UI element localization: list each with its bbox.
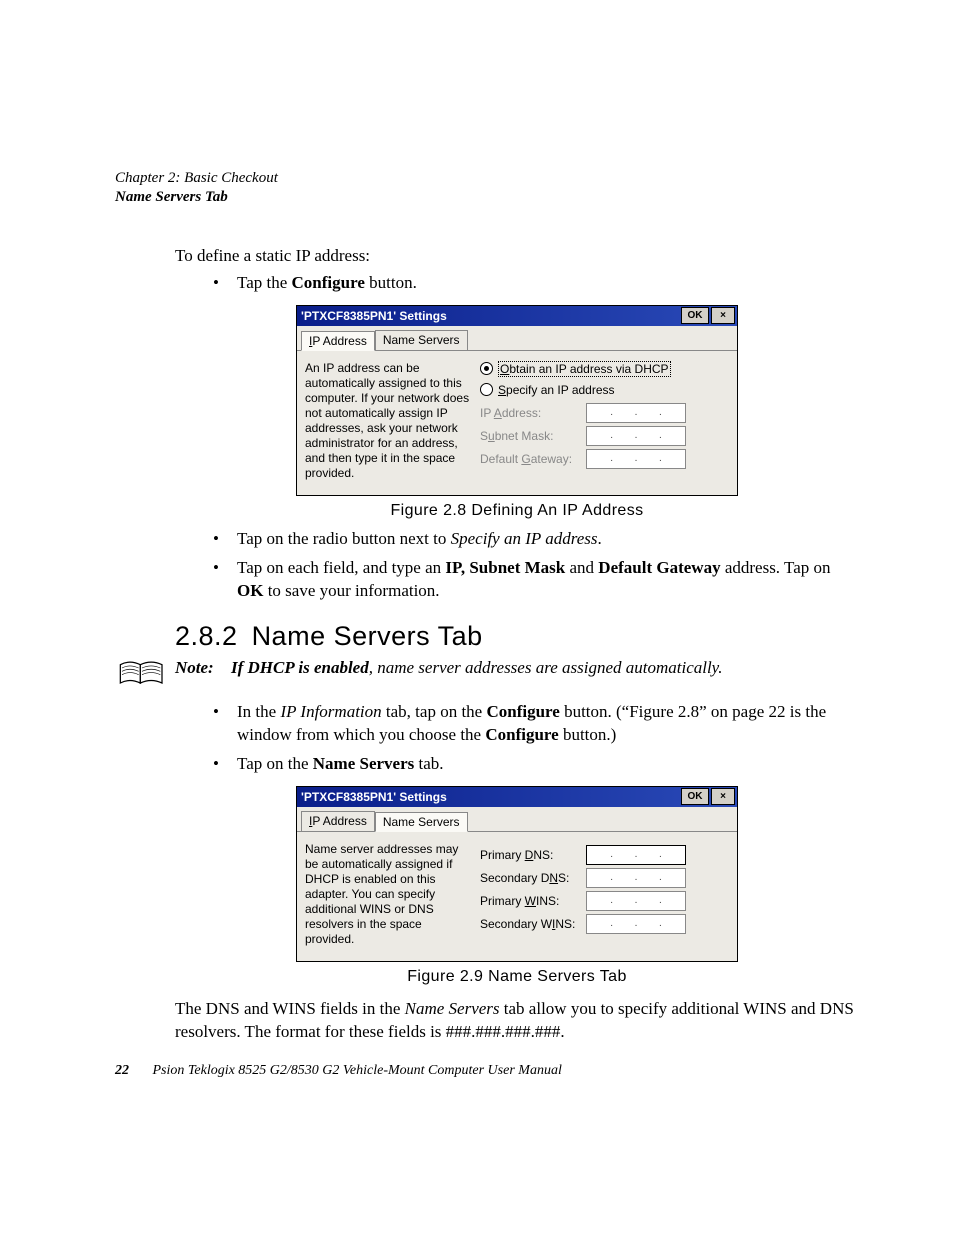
row-ip-address: IP Address: ...	[480, 403, 729, 423]
dialog-name-servers: 'PTXCF8385PN1' Settings OK × IP Address …	[296, 786, 738, 962]
secondary-wins-input[interactable]: ...	[586, 914, 686, 934]
section-heading: 2.8.2Name Servers Tab	[175, 621, 859, 652]
dialog-title: 'PTXCF8385PN1' Settings	[301, 309, 679, 323]
bullet-configure: Tap the Configure button.	[213, 272, 859, 295]
primary-dns-input[interactable]: ...	[586, 845, 686, 865]
intro-text: To define a static IP address:	[175, 246, 859, 266]
note-label: Note:	[175, 658, 231, 678]
ip-address-input[interactable]: ...	[586, 403, 686, 423]
dialog-ip-settings: 'PTXCF8385PN1' Settings OK × IP Address …	[296, 305, 738, 496]
book-icon	[117, 658, 167, 693]
tab-ip-address-2[interactable]: IP Address	[301, 811, 375, 831]
dialog-description: An IP address can be automatically assig…	[305, 361, 470, 481]
note-text: If DHCP is enabled, name server addresse…	[231, 658, 859, 678]
row-default-gateway: Default Gateway: ...	[480, 449, 729, 469]
radio-selected-icon	[480, 362, 493, 375]
note-block: Note: If DHCP is enabled, name server ad…	[175, 658, 859, 693]
page-footer: 22 Psion Teklogix 8525 G2/8530 G2 Vehicl…	[115, 1063, 859, 1079]
titlebar: 'PTXCF8385PN1' Settings OK ×	[297, 306, 737, 326]
row-primary-dns: Primary DNS: ...	[480, 845, 729, 865]
row-subnet-mask: Subnet Mask: ...	[480, 426, 729, 446]
tab-bar-2: IP Address Name Servers	[297, 807, 737, 832]
tab-ip-address[interactable]: IP Address	[301, 331, 375, 351]
footer-text: Psion Teklogix 8525 G2/8530 G2 Vehicle-M…	[153, 1063, 562, 1078]
default-gateway-input[interactable]: ...	[586, 449, 686, 469]
row-secondary-wins: Secondary WINS: ...	[480, 914, 729, 934]
bullet-type-fields: Tap on each field, and type an IP, Subne…	[213, 557, 859, 603]
tab-name-servers-2[interactable]: Name Servers	[375, 812, 468, 832]
dialog-title-2: 'PTXCF8385PN1' Settings	[301, 790, 679, 804]
dialog-description-2: Name server addresses may be automatical…	[305, 842, 470, 947]
close-button[interactable]: ×	[711, 307, 735, 324]
figure-caption-2: Figure 2.9 Name Servers Tab	[175, 968, 859, 986]
ok-button[interactable]: OK	[681, 307, 709, 324]
ok-button-2[interactable]: OK	[681, 788, 709, 805]
close-button-2[interactable]: ×	[711, 788, 735, 805]
subnet-mask-input[interactable]: ...	[586, 426, 686, 446]
tab-bar: IP Address Name Servers	[297, 326, 737, 351]
radio-specify[interactable]: Specify an IP address	[480, 383, 729, 397]
section-header: Name Servers Tab	[115, 189, 859, 206]
primary-wins-input[interactable]: ...	[586, 891, 686, 911]
bullet-ip-info-tab: In the IP Information tab, tap on the Co…	[213, 701, 859, 747]
row-primary-wins: Primary WINS: ...	[480, 891, 729, 911]
bullet-name-servers-tab: Tap on the Name Servers tab.	[213, 753, 859, 776]
radio-unselected-icon	[480, 383, 493, 396]
secondary-dns-input[interactable]: ...	[586, 868, 686, 888]
titlebar-2: 'PTXCF8385PN1' Settings OK ×	[297, 787, 737, 807]
closing-paragraph: The DNS and WINS fields in the Name Serv…	[175, 998, 859, 1044]
tab-name-servers[interactable]: Name Servers	[375, 330, 468, 350]
page-number: 22	[115, 1063, 129, 1078]
chapter-header: Chapter 2: Basic Checkout	[115, 170, 859, 187]
bullet-specify-ip: Tap on the radio button next to Specify …	[213, 528, 859, 551]
row-secondary-dns: Secondary DNS: ...	[480, 868, 729, 888]
figure-caption-1: Figure 2.8 Defining An IP Address	[175, 502, 859, 520]
radio-dhcp[interactable]: Obtain an IP address via DHCP	[480, 361, 729, 377]
